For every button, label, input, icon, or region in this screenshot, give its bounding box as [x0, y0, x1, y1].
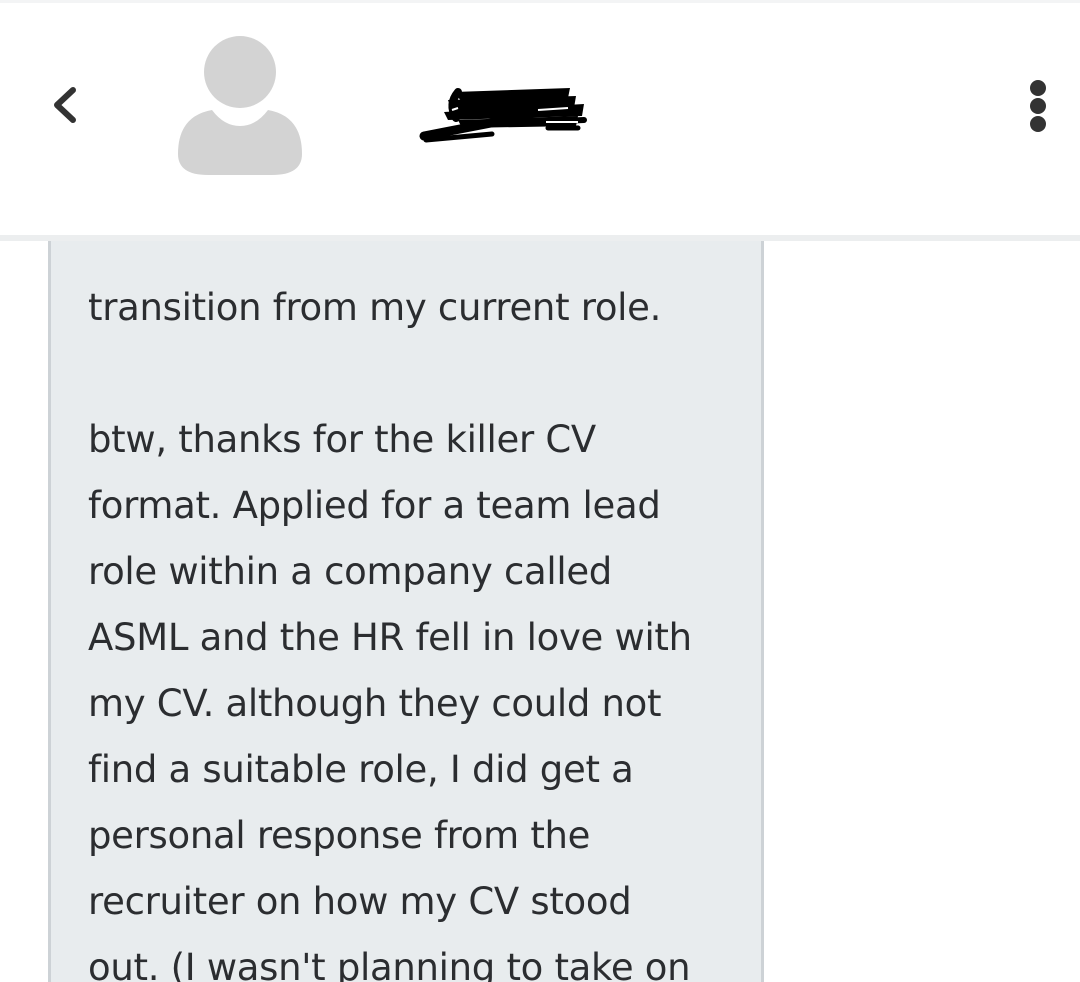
more-options-button[interactable]	[1010, 70, 1066, 142]
vertical-ellipsis-icon	[1030, 80, 1046, 132]
message-text: transition from my current role. btw, th…	[88, 286, 692, 982]
chat-screen: transition from my current role. btw, th…	[0, 0, 1080, 982]
contact-name[interactable]	[418, 78, 593, 150]
chevron-left-icon	[54, 87, 76, 123]
back-button[interactable]	[30, 70, 100, 140]
status-divider	[0, 0, 1080, 3]
avatar[interactable]	[172, 34, 308, 179]
user-avatar-icon	[178, 36, 302, 175]
message-bubble[interactable]: transition from my current role. btw, th…	[48, 241, 764, 982]
redaction-scribble	[419, 88, 587, 143]
contact-name-text	[418, 78, 419, 79]
chat-header	[0, 0, 1080, 235]
